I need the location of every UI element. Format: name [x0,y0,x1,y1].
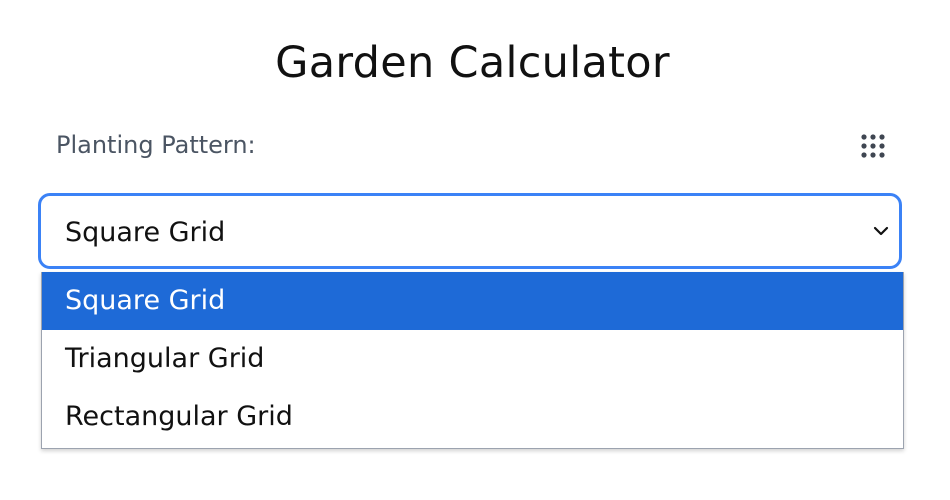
option-square-grid[interactable]: Square Grid [42,272,903,330]
planting-pattern-select[interactable]: Square Grid [38,193,902,269]
option-rectangular-grid[interactable]: Rectangular Grid [42,388,903,446]
chevron-down-icon [873,225,889,237]
pattern-options-list: Square Grid Triangular Grid Rectangular … [41,272,904,449]
garden-calculator-page: Garden Calculator Planting Pattern: Squa… [0,0,950,500]
grid-dots-icon[interactable] [860,134,886,158]
option-triangular-grid[interactable]: Triangular Grid [42,330,903,388]
planting-pattern-label: Planting Pattern: [56,131,256,159]
page-title: Garden Calculator [275,38,670,88]
select-current-value: Square Grid [65,217,226,248]
